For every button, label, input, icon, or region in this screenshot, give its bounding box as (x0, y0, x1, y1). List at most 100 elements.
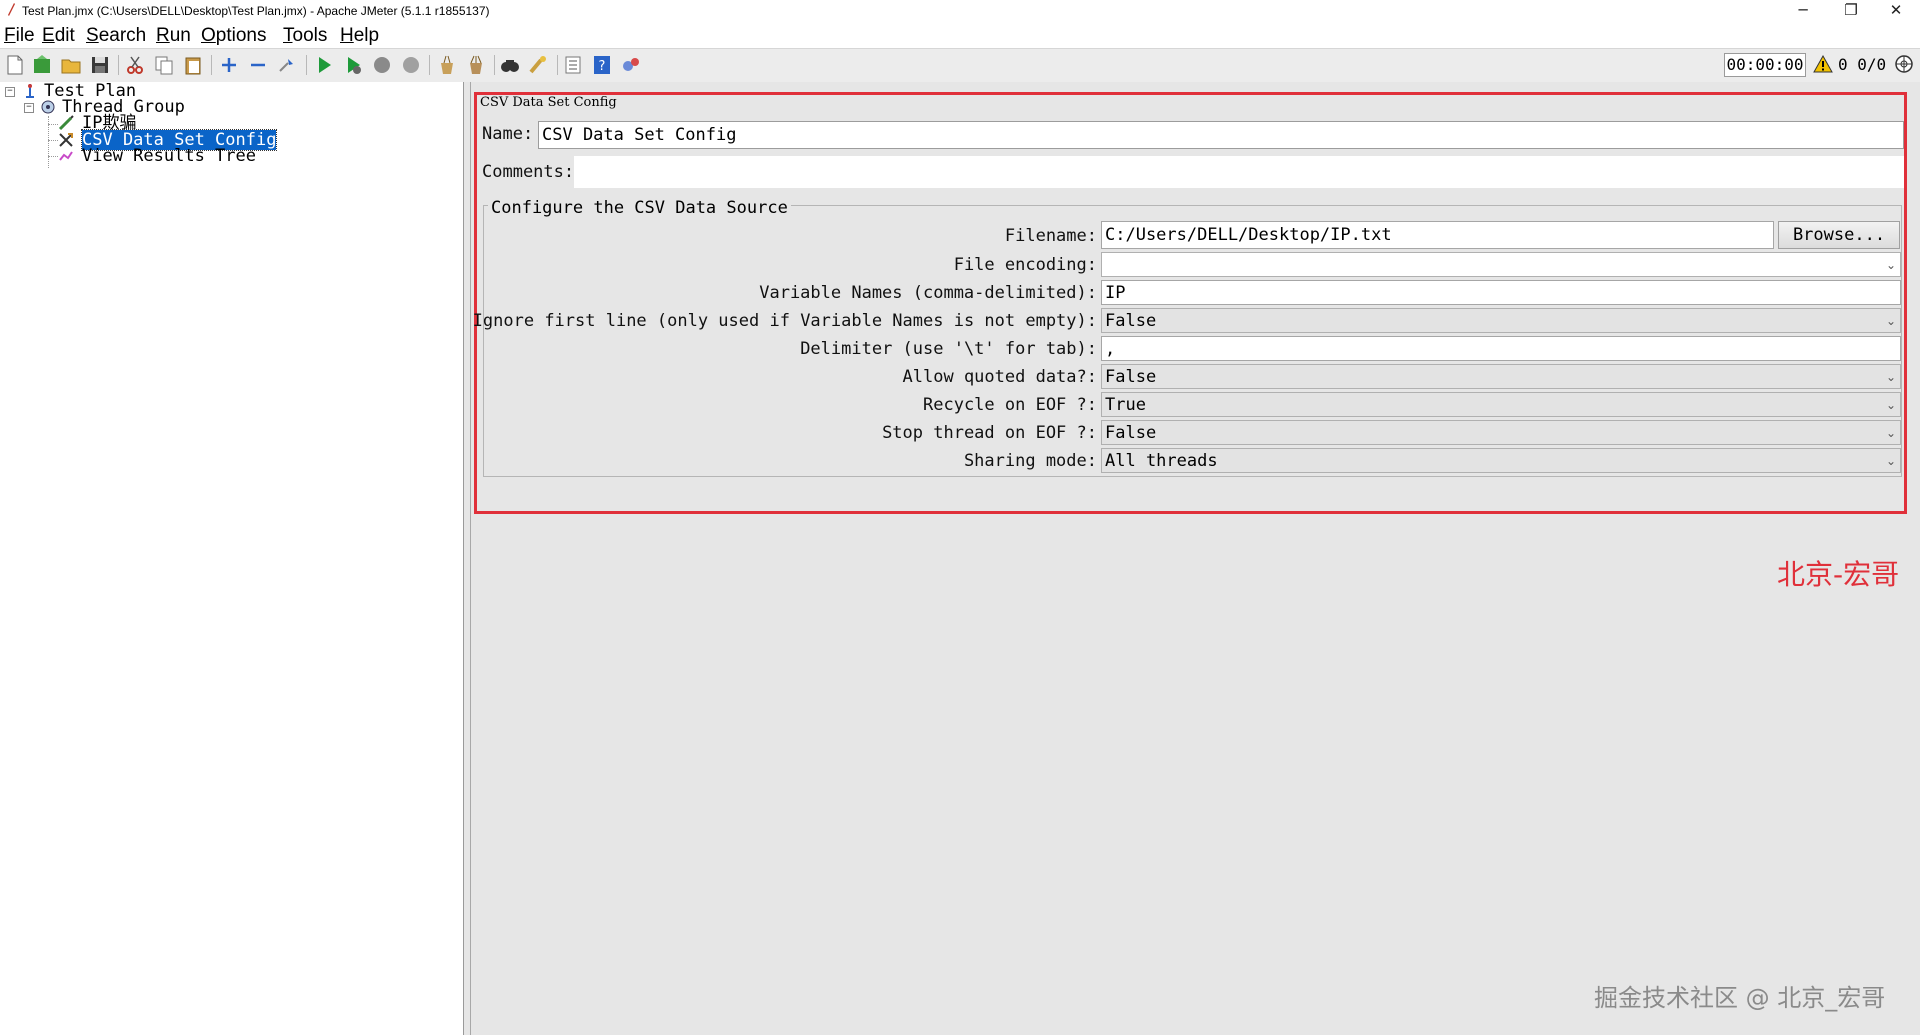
clear-icon[interactable] (436, 54, 458, 76)
toolbar-separator (306, 55, 307, 75)
browse-button[interactable]: Browse... (1778, 221, 1900, 249)
filename-label: Filename: (1004, 226, 1097, 246)
error-count: 0 0/0 (1838, 55, 1886, 74)
tree-line (48, 156, 58, 157)
variable-names-label: Variable Names (comma-delimited): (759, 283, 1097, 303)
delimiter-input[interactable]: , (1101, 336, 1901, 361)
new-icon[interactable] (4, 54, 26, 76)
svg-text:?: ? (599, 59, 606, 74)
menu-tools[interactable]: Tools (283, 25, 327, 47)
stop-thread-label: Stop thread on EOF ?: (882, 423, 1097, 443)
ignore-first-line-value: False (1105, 311, 1157, 331)
thread-group-icon (41, 100, 55, 114)
clear-all-icon[interactable] (465, 54, 487, 76)
toolbar-separator (118, 55, 119, 75)
minimize-button[interactable]: ─ (1783, 0, 1823, 22)
panel-title: CSV Data Set Config (480, 95, 617, 110)
menu-search-mnemonic: S (86, 25, 99, 46)
sharing-mode-label: Sharing mode: (963, 451, 1097, 471)
stop-icon[interactable] (371, 54, 393, 76)
toggle-icon[interactable] (276, 54, 298, 76)
comments-input[interactable] (574, 156, 1904, 188)
allow-quoted-select[interactable]: False ⌄ (1101, 364, 1901, 389)
recycle-on-eof-select[interactable]: True ⌄ (1101, 392, 1901, 417)
menu-help-label: elp (353, 25, 380, 46)
menu-tools-mnemonic: T (283, 25, 293, 46)
help-icon[interactable]: ? (591, 54, 613, 76)
collapse-toggle[interactable]: − (5, 87, 15, 97)
filename-input[interactable]: C:/Users/DELL/Desktop/IP.txt (1101, 221, 1774, 249)
test-plan-tree: − Test Plan − Thread Group IP欺骗 CSV Data… (0, 82, 464, 1035)
menu-options[interactable]: Options (201, 25, 266, 47)
open-icon[interactable] (60, 54, 82, 76)
error-count-value: 0 (1838, 55, 1848, 74)
menu-run[interactable]: Run (156, 25, 191, 47)
chevron-down-icon: ⌄ (1885, 314, 1896, 328)
allow-quoted-label: Allow quoted data?: (902, 367, 1097, 387)
warning-icon[interactable] (1813, 55, 1833, 73)
menu-help-mnemonic: H (340, 25, 354, 46)
author-watermark: 北京-宏哥 (1777, 558, 1900, 591)
chevron-down-icon: ⌄ (1885, 454, 1896, 468)
menu-search[interactable]: Search (86, 25, 146, 47)
function-helper-icon[interactable] (562, 54, 584, 76)
comments-label: Comments: (482, 162, 575, 182)
stop-thread-value: False (1105, 423, 1157, 443)
listener-icon (59, 151, 73, 161)
ignore-first-line-label: Ignore first line (only used if Variable… (472, 311, 1097, 331)
file-encoding-select[interactable]: ⌄ (1101, 252, 1901, 277)
toolbar-separator (494, 55, 495, 75)
restore-button[interactable]: ❐ (1831, 0, 1871, 22)
window-title: Test Plan.jmx (C:\Users\DELL\Desktop\Tes… (22, 4, 490, 18)
elapsed-timer: 00:00:00 (1724, 53, 1806, 77)
tree-line (48, 124, 58, 125)
menu-help[interactable]: Help (340, 25, 379, 47)
paste-icon[interactable] (182, 54, 204, 76)
collapse-all-icon[interactable] (247, 54, 269, 76)
delimiter-label: Delimiter (use '\t' for tab): (800, 339, 1097, 359)
menu-file[interactable]: File (4, 25, 35, 47)
allow-quoted-value: False (1105, 367, 1157, 387)
remote-icon[interactable] (620, 54, 642, 76)
stop-thread-select[interactable]: False ⌄ (1101, 420, 1901, 445)
site-watermark: 掘金技术社区 @ 北京_宏哥 (1594, 984, 1886, 1012)
chevron-down-icon: ⌄ (1885, 258, 1896, 272)
cut-icon[interactable] (124, 54, 146, 76)
start-icon[interactable] (313, 54, 335, 76)
save-icon[interactable] (89, 54, 111, 76)
shutdown-icon[interactable] (400, 54, 422, 76)
search-icon[interactable] (499, 54, 521, 76)
menu-bar: File Edit Search Run Options Tools Help (0, 22, 1920, 48)
menu-run-label: un (169, 25, 191, 46)
toolbar-separator (557, 55, 558, 75)
tree-node-view-results-tree[interactable]: View Results Tree (82, 148, 256, 165)
test-plan-icon (26, 84, 34, 98)
templates-icon[interactable] (31, 54, 53, 76)
name-label: Name: (482, 124, 534, 144)
variable-names-input[interactable]: IP (1101, 280, 1901, 305)
title-bar: Test Plan.jmx (C:\Users\DELL\Desktop\Tes… (0, 0, 1920, 22)
pane-splitter[interactable] (464, 82, 471, 1035)
expand-all-icon[interactable] (218, 54, 240, 76)
file-encoding-label: File encoding: (953, 255, 1097, 275)
menu-search-label: earch (98, 25, 147, 46)
menu-file-mnemonic: F (4, 25, 16, 46)
recycle-on-eof-label: Recycle on EOF ?: (923, 395, 1097, 415)
close-button[interactable]: ✕ (1876, 0, 1916, 22)
toolbar-separator (211, 55, 212, 75)
tree-node-label: View Results Tree (82, 146, 256, 166)
sharing-mode-select[interactable]: All threads ⌄ (1101, 448, 1901, 473)
menu-options-label: ptions (215, 25, 267, 46)
sharing-mode-value: All threads (1105, 451, 1218, 471)
reset-search-icon[interactable] (528, 54, 550, 76)
ignore-first-line-select[interactable]: False ⌄ (1101, 308, 1901, 333)
start-no-pauses-icon[interactable] (342, 54, 364, 76)
menu-edit[interactable]: Edit (42, 25, 75, 47)
copy-icon[interactable] (153, 54, 175, 76)
recycle-on-eof-value: True (1105, 395, 1146, 415)
collapse-toggle[interactable]: − (24, 103, 34, 113)
chevron-down-icon: ⌄ (1885, 398, 1896, 412)
name-input[interactable]: CSV Data Set Config (538, 121, 1904, 149)
toolbar-separator (429, 55, 430, 75)
chevron-down-icon: ⌄ (1885, 370, 1896, 384)
